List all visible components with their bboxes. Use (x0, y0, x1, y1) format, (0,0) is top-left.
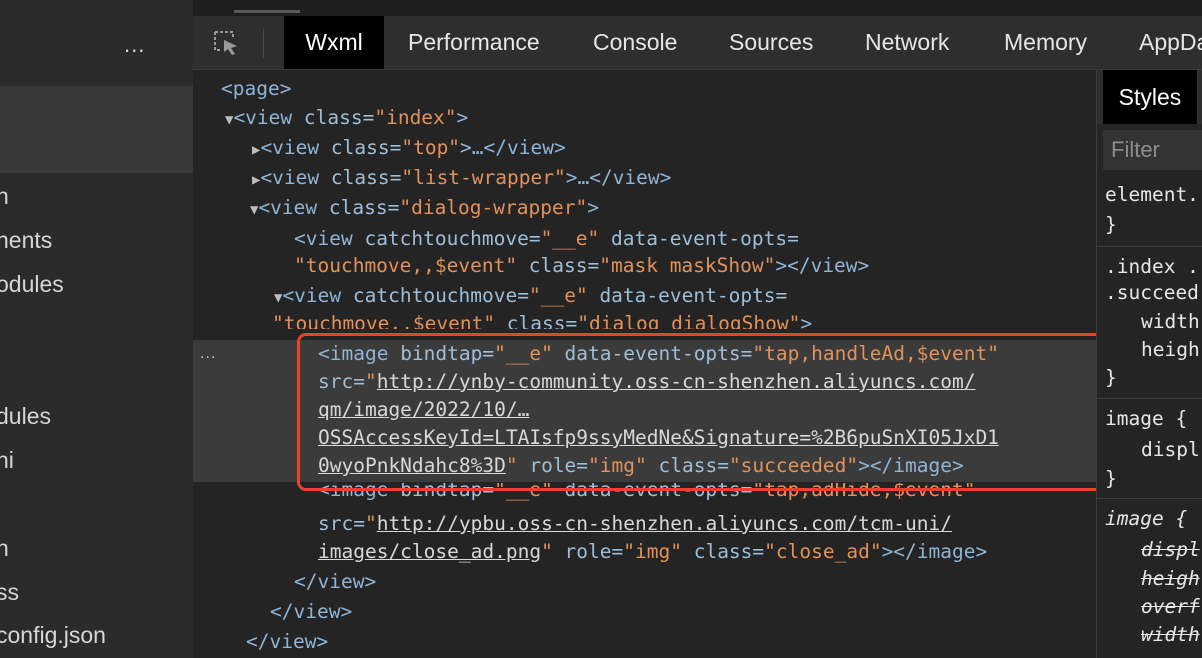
wxml-node-top[interactable]: ▶<view class="top">…</view> (252, 135, 566, 163)
wxml-node-index[interactable]: ▼<view class="index"> (225, 105, 468, 133)
style-prop-overridden[interactable]: heigh (1141, 567, 1200, 590)
style-divider (1097, 398, 1202, 399)
sidebar-item[interactable]: ni (0, 447, 14, 474)
sidebar-item[interactable]: ss (0, 579, 19, 606)
tab-memory[interactable]: Memory (1004, 16, 1087, 69)
styles-filter-input[interactable]: Filter (1103, 130, 1202, 170)
inspect-element-icon[interactable] (213, 30, 239, 56)
style-prop[interactable]: displ (1141, 438, 1200, 461)
style-prop-overridden[interactable]: width (1141, 623, 1200, 646)
style-rule-line: element. (1105, 183, 1199, 206)
sidebar-item[interactable]: config.json (0, 622, 106, 649)
wxml-node-dialog-wrapper[interactable]: ▼<view class="dialog-wrapper"> (250, 195, 599, 223)
sidebar-item[interactable]: nents (0, 227, 52, 254)
more-options-icon[interactable]: ... (124, 32, 145, 58)
style-rule-line: image { (1105, 407, 1188, 430)
window-top-strip (193, 0, 1202, 16)
wxml-close-view[interactable]: </view> (246, 629, 328, 655)
style-prop[interactable]: heigh (1141, 338, 1200, 361)
tab-sources[interactable]: Sources (729, 16, 813, 69)
styles-panel: Styles Filter element. } .index . .succe… (1096, 70, 1202, 658)
left-sidebar: ... n nents odules dules ni n ss config.… (0, 0, 193, 658)
style-divider (1097, 498, 1202, 499)
tab-wxml[interactable]: Wxml (284, 16, 384, 69)
wxml-image2-src[interactable]: src="http://ypbu.oss-cn-shenzhen.aliyunc… (318, 511, 952, 537)
sidebar-item[interactable]: n (0, 535, 9, 562)
style-prop-overridden[interactable]: overf (1141, 595, 1200, 618)
annotation-highlight-box (297, 333, 1136, 491)
style-prop-overridden[interactable]: displ (1141, 538, 1200, 561)
style-rule-line: .index . (1105, 255, 1199, 278)
toolbar-separator (263, 28, 264, 58)
wxml-node-page[interactable]: <page> (221, 76, 291, 102)
tab-styles[interactable]: Styles (1103, 70, 1197, 124)
style-rule-line: } (1105, 213, 1117, 236)
styles-header: Styles (1097, 70, 1202, 124)
wxml-node-dialog-cont[interactable]: "touchmove,,$event" class="dialog dialog… (272, 311, 812, 329)
style-rule-line: } (1105, 467, 1117, 490)
style-divider (1097, 246, 1202, 247)
sidebar-item[interactable]: n (0, 183, 9, 210)
node-more-icon[interactable]: ... (200, 345, 216, 363)
wxml-node-dialog[interactable]: ▼<view catchtouchmove="__e" data-event-o… (274, 283, 787, 311)
devtools-tabbar: Wxml Performance Console Sources Network… (193, 16, 1202, 70)
wxml-node-list-wrapper[interactable]: ▶<view class="list-wrapper">…</view> (252, 165, 671, 193)
tab-appdata[interactable]: AppDa (1139, 16, 1202, 69)
wxml-node-mask[interactable]: <view catchtouchmove="__e" data-event-op… (294, 226, 799, 252)
style-rule-line: image { (1105, 507, 1188, 530)
tab-console[interactable]: Console (593, 16, 677, 69)
sidebar-item[interactable]: odules (0, 271, 64, 298)
style-rule-line: } (1105, 366, 1117, 389)
wxml-close-view[interactable]: </view> (294, 569, 376, 595)
style-rule-line: .succeed (1105, 281, 1199, 304)
wxml-image2-src-cont[interactable]: images/close_ad.png" role="img" class="c… (318, 539, 987, 565)
tab-indicator (234, 10, 300, 13)
sidebar-selected-row[interactable] (0, 86, 193, 173)
sidebar-item[interactable]: dules (0, 403, 51, 430)
tab-performance[interactable]: Performance (408, 16, 540, 69)
wxml-node-mask-cont[interactable]: "touchmove,,$event" class="mask maskShow… (294, 253, 869, 279)
wxml-close-view[interactable]: </view> (270, 599, 352, 625)
tab-network[interactable]: Network (865, 16, 949, 69)
style-prop[interactable]: width (1141, 310, 1200, 333)
